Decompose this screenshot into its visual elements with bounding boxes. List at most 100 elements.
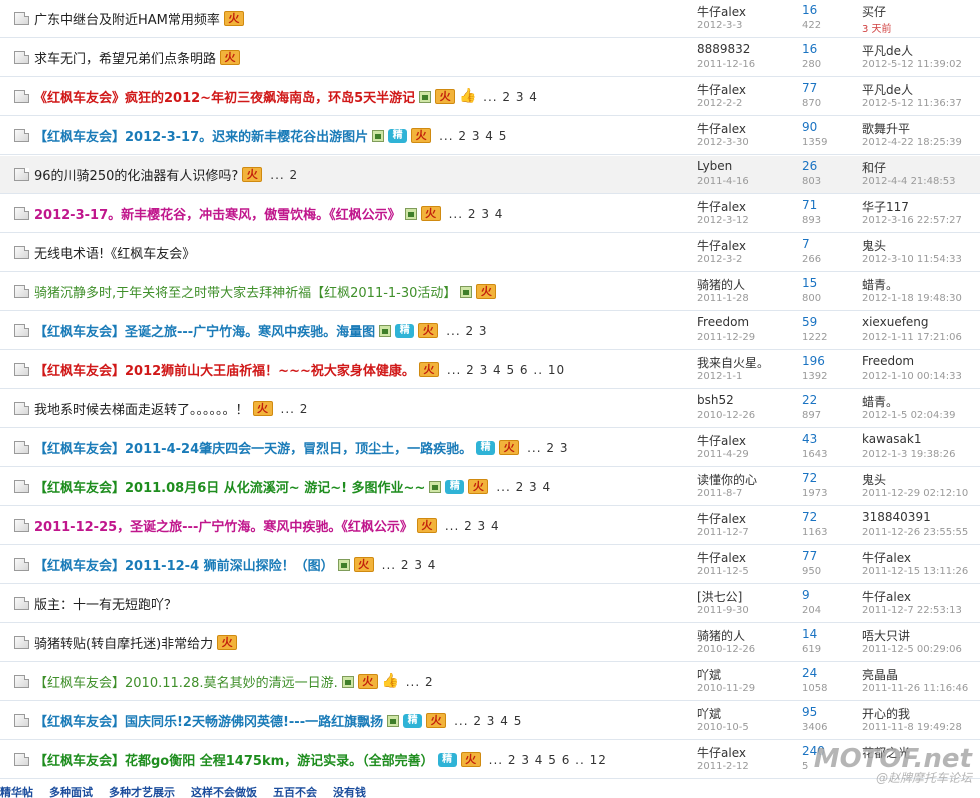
footer-link[interactable]: 多种面试 bbox=[49, 786, 93, 798]
last-reply-time[interactable]: 2011-12-5 00:29:06 bbox=[862, 644, 962, 655]
thread-author[interactable]: 牛仔alex bbox=[697, 3, 746, 20]
thread-title-link[interactable]: 96的川骑250的化油器有人识修吗? bbox=[34, 165, 238, 184]
thread-title-link[interactable]: 2012-3-17。新丰樱花谷，冲击寒风，傲雪饮梅。《红枫公示》 bbox=[34, 204, 401, 223]
footer-link[interactable]: 这样不会做饭 bbox=[191, 786, 257, 798]
last-reply-time[interactable]: 3 天前 bbox=[862, 20, 892, 35]
thread-row[interactable]: 96的川骑250的化油器有人识修吗? 火 ... 2 Lyben 2011-4-16 26… bbox=[0, 156, 980, 194]
last-reply-time[interactable]: 2012-1-11 17:21:06 bbox=[862, 332, 962, 343]
thread-author[interactable]: 8889832 bbox=[697, 42, 750, 56]
thread-author[interactable]: 牛仔alex bbox=[697, 120, 746, 137]
thread-row[interactable]: 【红枫车友会】2011-4-24肇庆四会一天游，冒烈日，顶尘土，一路疾驰。精火.… bbox=[0, 429, 980, 467]
thread-author[interactable]: 牛仔alex bbox=[697, 81, 746, 98]
thread-author[interactable]: 牛仔alex bbox=[697, 237, 746, 254]
last-reply-time[interactable]: 2011-11-26 11:16:46 bbox=[862, 683, 968, 694]
thread-row[interactable]: 【红枫车友会】2012-3-17。迟来的新丰樱花谷出游图片 精火 ... 2 3 4… bbox=[0, 117, 980, 155]
page-links[interactable]: ... 2 3 bbox=[446, 324, 487, 338]
last-reply-user[interactable]: 平凡de人 bbox=[862, 81, 913, 98]
last-reply-user[interactable]: 亮晶晶 bbox=[862, 666, 898, 683]
last-reply-user[interactable]: 318840391 bbox=[862, 510, 931, 524]
thread-author[interactable]: 牛仔alex bbox=[697, 744, 746, 761]
thread-author[interactable]: 牛仔alex bbox=[697, 198, 746, 215]
last-reply-user[interactable]: 鬼头 bbox=[862, 237, 886, 254]
page-links[interactable]: ... 2 bbox=[270, 168, 298, 182]
thread-title-link[interactable]: 骑猪沉静多时,于年关将至之时带大家去拜神祈福【红枫2011-1-30活动】 bbox=[34, 282, 456, 301]
last-reply-time[interactable]: 2011-12-29 02:12:10 bbox=[862, 488, 968, 499]
thread-title-link[interactable]: 版主：十一有无短跑吖？ bbox=[34, 594, 177, 613]
page-links[interactable]: ... 2 3 4 bbox=[483, 90, 538, 104]
thread-title-link[interactable]: 【红枫车友会】2012狮前山大王庙祈福！~~~祝大家身体健康。 bbox=[34, 360, 415, 379]
last-reply-time[interactable]: 2011-11-8 19:49:28 bbox=[862, 722, 962, 733]
thread-title-link[interactable]: 广东中继台及附近HAM常用频率 bbox=[34, 9, 220, 28]
page-links[interactable]: ... 2 3 4 bbox=[449, 207, 504, 221]
thread-title-link[interactable]: 【红枫车友会】国庆同乐!2天畅游佛冈英德!---一路红旗飘扬 bbox=[34, 711, 383, 730]
thread-author[interactable]: 读懂你的心 bbox=[697, 471, 757, 488]
thread-author[interactable]: 我来自火星。 bbox=[697, 354, 769, 371]
page-links[interactable]: ... 2 3 4 5 6 .. 12 bbox=[489, 753, 607, 767]
last-reply-time[interactable]: 2012-4-22 18:25:39 bbox=[862, 137, 962, 148]
thread-author[interactable]: 牛仔alex bbox=[697, 432, 746, 449]
last-reply-user[interactable]: 平凡de人 bbox=[862, 42, 913, 59]
last-reply-time[interactable]: 2012-5-12 11:39:02 bbox=[862, 59, 962, 70]
footer-link[interactable]: 多种才艺展示 bbox=[109, 786, 175, 798]
last-reply-time[interactable]: 2012-1-3 19:38:26 bbox=[862, 449, 955, 460]
page-links[interactable]: ... 2 3 4 bbox=[496, 480, 551, 494]
page-links[interactable]: ... 2 bbox=[406, 675, 434, 689]
thread-author[interactable]: 吖斌 bbox=[697, 666, 721, 683]
footer-link[interactable]: 没有钱 bbox=[333, 786, 366, 798]
thread-row[interactable]: 【红枫车友会】圣诞之旅---广宁竹海。寒风中疾驰。海量图 精火 ... 2 3 Fre… bbox=[0, 312, 980, 350]
footer-link[interactable]: 五百不会 bbox=[273, 786, 317, 798]
page-links[interactable]: ... 2 3 4 5 bbox=[439, 129, 507, 143]
last-reply-time[interactable]: 2012-1-5 02:04:39 bbox=[862, 410, 955, 421]
last-reply-user[interactable]: 牛仔alex bbox=[862, 588, 911, 605]
thread-author[interactable]: 牛仔alex bbox=[697, 549, 746, 566]
thread-row[interactable]: 【红枫车友会】国庆同乐!2天畅游佛冈英德!---一路红旗飘扬 精火 ... 2 3 … bbox=[0, 702, 980, 740]
thread-author[interactable]: Freedom bbox=[697, 315, 749, 329]
page-links[interactable]: ... 2 3 4 5 bbox=[454, 714, 522, 728]
thread-title-link[interactable]: 求车无门，希望兄弟们点条明路 bbox=[34, 48, 216, 67]
thread-author[interactable]: [洪七公] bbox=[697, 588, 742, 605]
thread-row[interactable]: 我地系时候去梯面走返转了。。。。。。！火 ... 2 bsh52 2010-12-26… bbox=[0, 390, 980, 428]
last-reply-time[interactable]: 2012-4-4 21:48:53 bbox=[862, 176, 955, 187]
page-links[interactable]: ... 2 3 4 5 6 .. 10 bbox=[447, 363, 565, 377]
thread-title-link[interactable]: 【红枫车友会】2011.08月6日 从化流溪河~ 游记~! 多图作业~~ bbox=[34, 477, 425, 496]
thread-row[interactable]: 【红枫车友会】2010.11.28.莫名其妙的清远一日游. 火 👍... 2 吖斌 20… bbox=[0, 663, 980, 701]
last-reply-time[interactable]: 2012-5-12 11:36:37 bbox=[862, 98, 962, 109]
thread-row[interactable]: 《红枫车友会》疯狂的2012~年初三夜飙海南岛，环岛5天半游记 火 👍 ... 2 3… bbox=[0, 78, 980, 116]
thread-row[interactable]: 广东中继台及附近HAM常用频率火 牛仔alex 2012-3-3 16 422 买仔 3 天… bbox=[0, 0, 980, 38]
thread-title-link[interactable]: 【红枫车友会】花都go衡阳 全程1475km，游记实录。（全部完善） bbox=[34, 750, 434, 769]
last-reply-time[interactable]: 2012-3-16 22:57:27 bbox=[862, 215, 962, 226]
thread-author[interactable]: Lyben bbox=[697, 159, 732, 173]
last-reply-user[interactable]: 华子117 bbox=[862, 198, 909, 215]
last-reply-time[interactable]: 2011-12-26 23:55:55 bbox=[862, 527, 968, 538]
last-reply-user[interactable]: 开心的我 bbox=[862, 705, 910, 722]
thread-title-link[interactable]: 我地系时候去梯面走返转了。。。。。。！ bbox=[34, 399, 249, 418]
thread-title-link[interactable]: 【红枫车友会】2011-4-24肇庆四会一天游，冒烈日，顶尘土，一路疾驰。 bbox=[34, 438, 472, 457]
last-reply-user[interactable]: 买仔 bbox=[862, 3, 886, 20]
last-reply-time[interactable]: 2011-12-7 22:53:13 bbox=[862, 605, 962, 616]
page-links[interactable]: ... 2 3 4 bbox=[445, 519, 500, 533]
thread-title-link[interactable]: 【红枫车友会】2010.11.28.莫名其妙的清远一日游. bbox=[34, 672, 338, 691]
page-links[interactable]: ... 2 3 4 bbox=[382, 558, 437, 572]
last-reply-user[interactable]: 牛仔alex bbox=[862, 549, 911, 566]
last-reply-time[interactable]: 2012-1-18 19:48:30 bbox=[862, 293, 962, 304]
thread-author[interactable]: 骑猪的人 bbox=[697, 276, 745, 293]
last-reply-user[interactable]: kawasak1 bbox=[862, 432, 921, 446]
thread-row[interactable]: 【红枫车友会】2011-12-4 狮前深山探险！（图） 火 ... 2 3 4 牛仔a… bbox=[0, 546, 980, 584]
thread-title-link[interactable]: 骑猪转贴(转自摩托迷)非常给力 bbox=[34, 633, 213, 652]
last-reply-user[interactable]: xiexuefeng bbox=[862, 315, 929, 329]
thread-row[interactable]: 求车无门，希望兄弟们点条明路火 8889832 2011-12-16 16 280 平凡d… bbox=[0, 39, 980, 77]
last-reply-time[interactable]: 2012-3-10 11:54:33 bbox=[862, 254, 962, 265]
thread-author[interactable]: 牛仔alex bbox=[697, 510, 746, 527]
last-reply-user[interactable]: 鬼头 bbox=[862, 471, 886, 488]
thread-row[interactable]: 2012-3-17。新丰樱花谷，冲击寒风，傲雪饮梅。《红枫公示》 火 ... 2 3… bbox=[0, 195, 980, 233]
thread-title-link[interactable]: 无线电术语!《红枫车友会》 bbox=[34, 243, 195, 262]
last-reply-user[interactable]: 蜡青。 bbox=[862, 393, 898, 410]
thread-title-link[interactable]: 《红枫车友会》疯狂的2012~年初三夜飙海南岛，环岛5天半游记 bbox=[34, 87, 415, 106]
thread-author[interactable]: 吖斌 bbox=[697, 705, 721, 722]
thread-title-link[interactable]: 【红枫车友会】2011-12-4 狮前深山探险！（图） bbox=[34, 555, 334, 574]
last-reply-user[interactable]: Freedom bbox=[862, 354, 914, 368]
thread-title-link[interactable]: 2011-12-25，圣诞之旅---广宁竹海。寒风中疾驰。《红枫公示》 bbox=[34, 516, 413, 535]
thread-row[interactable]: 骑猪沉静多时,于年关将至之时带大家去拜神祈福【红枫2011-1-30活动】火骑猪… bbox=[0, 273, 980, 311]
footer-link[interactable]: 精华帖 bbox=[0, 786, 33, 798]
last-reply-user[interactable]: 唔大只讲 bbox=[862, 627, 910, 644]
